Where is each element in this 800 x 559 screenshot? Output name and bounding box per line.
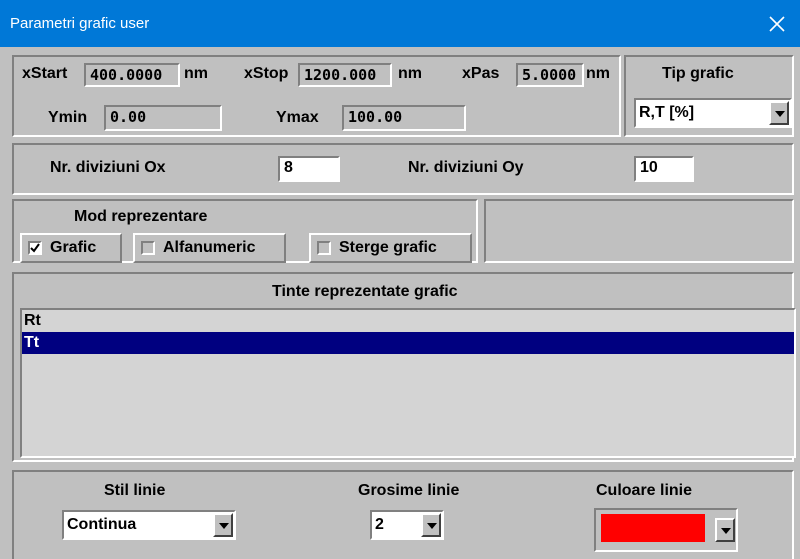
ymin-input[interactable]: 0.00 <box>104 105 222 131</box>
list-item-tt[interactable]: Tt <box>22 332 794 354</box>
close-button[interactable] <box>754 0 800 47</box>
sterge-grafic-checkbox-label: Sterge grafic <box>339 239 437 256</box>
dropdown-arrow-icon[interactable] <box>213 513 233 537</box>
ox-divisions-label: Nr. diviziuni Ox <box>50 159 166 176</box>
ox-divisions-input[interactable]: 8 <box>278 156 340 182</box>
grafic-checkbox-label: Grafic <box>50 239 97 256</box>
oy-divisions-input[interactable]: 10 <box>634 156 694 182</box>
ymin-label: Ymin <box>48 109 88 126</box>
xstop-unit: nm <box>398 65 422 82</box>
xpas-unit: nm <box>586 65 610 82</box>
tip-grafic-label: Tip grafic <box>662 65 734 82</box>
xpas-input[interactable]: 5.0000 <box>516 63 584 87</box>
line-color-label: Culoare linie <box>596 482 693 499</box>
xstart-input[interactable]: 400.0000 <box>84 63 180 87</box>
line-color-select[interactable] <box>594 508 738 552</box>
checkbox-box[interactable] <box>141 241 155 255</box>
dropdown-arrow-icon[interactable] <box>715 518 735 542</box>
line-style-select[interactable]: Continua <box>62 510 236 540</box>
window-title: Parametri grafic user <box>10 15 150 32</box>
dialog-window: Parametri grafic user xStart 400.0000 nm… <box>0 0 800 559</box>
targets-header: Tinte reprezentate grafic <box>272 283 458 300</box>
color-swatch <box>601 514 705 542</box>
line-style-value: Continua <box>67 516 137 533</box>
line-width-select[interactable]: 2 <box>370 510 444 540</box>
targets-list[interactable]: Rt Tt <box>20 308 796 458</box>
alfanumeric-checkbox[interactable]: Alfanumeric <box>133 233 286 263</box>
dropdown-arrow-icon[interactable] <box>421 513 441 537</box>
dropdown-arrow-icon[interactable] <box>769 101 789 125</box>
alfanumeric-checkbox-label: Alfanumeric <box>163 239 256 256</box>
empty-panel <box>484 199 794 263</box>
checkbox-box[interactable] <box>28 241 42 255</box>
xstop-label: xStop <box>244 65 289 82</box>
list-item-rt[interactable]: Rt <box>22 310 794 332</box>
checkbox-box[interactable] <box>317 241 331 255</box>
check-icon <box>30 243 40 253</box>
mode-label: Mod reprezentare <box>74 208 208 225</box>
tip-grafic-value: R,T [%] <box>639 104 695 121</box>
ymax-label: Ymax <box>276 109 319 126</box>
xpas-label: xPas <box>462 65 500 82</box>
line-style-label: Stil linie <box>104 482 166 499</box>
xstart-label: xStart <box>22 65 68 82</box>
xstart-unit: nm <box>184 65 208 82</box>
line-width-label: Grosime linie <box>358 482 460 499</box>
grafic-checkbox[interactable]: Grafic <box>20 233 122 263</box>
tip-grafic-select[interactable]: R,T [%] <box>634 98 792 128</box>
line-width-value: 2 <box>375 516 384 533</box>
close-icon <box>769 15 785 32</box>
sterge-grafic-checkbox[interactable]: Sterge grafic <box>309 233 472 263</box>
xstop-input[interactable]: 1200.000 <box>298 63 392 87</box>
ymax-input[interactable]: 100.00 <box>342 105 466 131</box>
title-bar[interactable]: Parametri grafic user <box>0 0 800 47</box>
oy-divisions-label: Nr. diviziuni Oy <box>408 159 524 176</box>
